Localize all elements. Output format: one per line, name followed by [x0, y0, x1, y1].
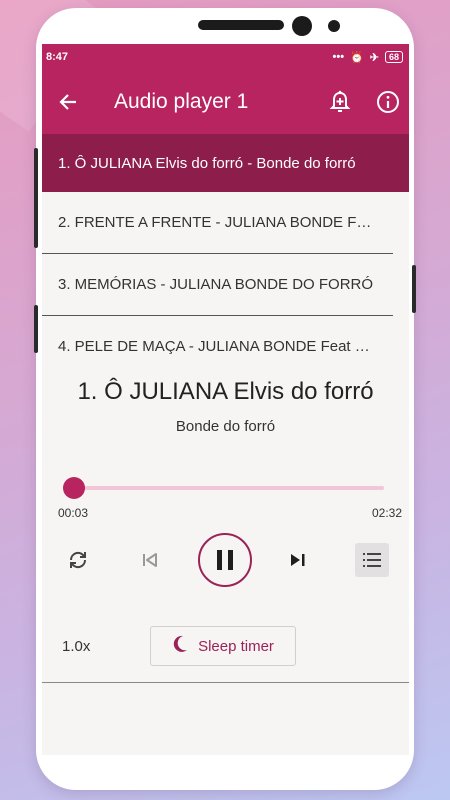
app-screen: 8:47 ••• ⏰ ✈ 68 Audio player 1 1. Ô JULI…	[42, 44, 409, 755]
phone-speaker	[198, 20, 284, 30]
list-item[interactable]: 2. FRENTE A FRENTE - JULIANA BONDE Feat …	[42, 192, 393, 254]
elapsed-time: 00:03	[58, 506, 89, 520]
playback-speed-button[interactable]: 1.0x	[62, 638, 90, 655]
battery-icon: 68	[384, 51, 403, 63]
power-button	[412, 265, 416, 313]
list-item[interactable]: 3. MEMÓRIAS - JULIANA BONDE DO FORRÓ	[42, 254, 393, 316]
total-duration: 02:32	[371, 506, 402, 520]
alarm-clock-icon: ⏰	[350, 51, 364, 64]
track-label: 1. Ô JULIANA Elvis do forró - Bonde do f…	[58, 154, 356, 172]
skip-next-icon[interactable]	[270, 532, 326, 588]
playback-controls	[42, 532, 409, 596]
airplane-mode-icon: ✈	[369, 51, 379, 64]
app-bar: Audio player 1	[42, 70, 409, 134]
front-camera	[292, 16, 312, 36]
list-item[interactable]: 4. PELE DE MAÇA - JULIANA BONDE Feat Xan…	[42, 316, 393, 376]
now-playing-artist: Bonde do forró	[175, 418, 276, 435]
arrow-back-icon[interactable]	[56, 90, 80, 114]
track-label: 3. MEMÓRIAS - JULIANA BONDE DO FORRÓ	[58, 276, 374, 293]
notification-dots-icon: •••	[332, 51, 345, 63]
status-icons: ••• ⏰ ✈ 68	[332, 51, 403, 64]
status-bar: 8:47 ••• ⏰ ✈ 68	[42, 44, 409, 70]
proximity-sensor	[328, 20, 340, 32]
sleep-timer-label: Sleep timer	[198, 637, 274, 655]
repeat-icon[interactable]	[50, 532, 106, 588]
status-time: 8:47	[46, 51, 69, 63]
now-playing-title: 1. Ô JULIANA Elvis do forró	[77, 378, 374, 405]
playlist: 1. Ô JULIANA Elvis do forró - Bonde do f…	[42, 134, 409, 376]
moon-icon	[172, 635, 188, 657]
page-title: Audio player 1	[114, 90, 249, 113]
volume-button	[34, 148, 38, 248]
playlist-icon[interactable]	[355, 543, 389, 577]
list-item-playing[interactable]: 1. Ô JULIANA Elvis do forró - Bonde do f…	[42, 134, 409, 192]
track-label: 2. FRENTE A FRENTE - JULIANA BONDE Feat …	[58, 214, 377, 231]
sleep-timer-button[interactable]: Sleep timer	[150, 626, 296, 666]
side-button	[34, 305, 38, 353]
alarm-add-icon[interactable]	[327, 89, 353, 115]
skip-previous-icon[interactable]	[122, 532, 178, 588]
seek-thumb[interactable]	[63, 477, 86, 499]
info-icon[interactable]	[375, 89, 401, 115]
track-label: 4. PELE DE MAÇA - JULIANA BONDE Feat Xan…	[58, 337, 377, 355]
pause-icon[interactable]	[198, 533, 252, 587]
divider	[42, 682, 409, 683]
seek-track	[68, 486, 384, 490]
